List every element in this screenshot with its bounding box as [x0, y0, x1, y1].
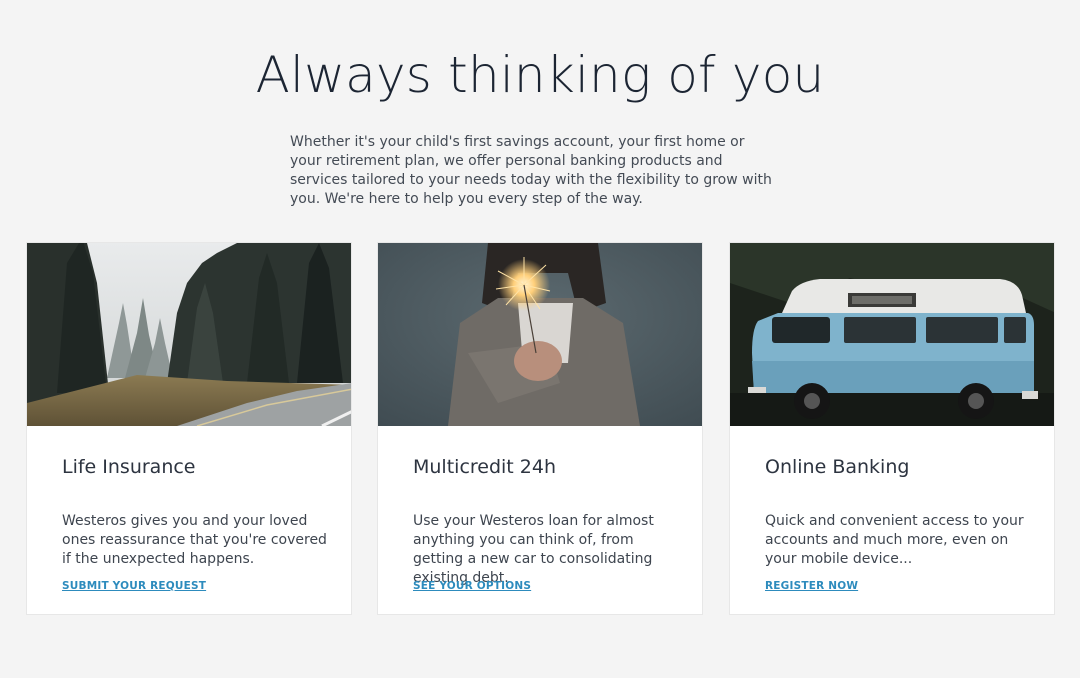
card-title: Online Banking — [765, 456, 910, 478]
page-title: Always thinking of you — [255, 46, 825, 104]
page: Always thinking of you Whether it's your… — [0, 0, 1080, 678]
submit-request-link[interactable]: SUBMIT YOUR REQUEST — [62, 580, 206, 592]
sparkler-photo — [378, 243, 702, 426]
card-description: Quick and convenient access to your acco… — [765, 513, 1024, 567]
card-online-banking: Online Banking Quick and convenient acce… — [729, 242, 1055, 615]
card-title: Life Insurance — [62, 456, 196, 478]
card-description: Use your Westeros loan for almost anythi… — [413, 513, 654, 586]
blue-van-photo — [730, 243, 1054, 426]
register-now-link[interactable]: REGISTER NOW — [765, 580, 858, 592]
forest-road-photo — [27, 243, 351, 426]
card-title: Multicredit 24h — [413, 456, 557, 478]
see-options-link[interactable]: SEE YOUR OPTIONS — [413, 580, 531, 592]
card-life-insurance: Life Insurance Westeros gives you and yo… — [26, 242, 352, 615]
card-description: Westeros gives you and your loved ones r… — [62, 513, 327, 567]
card-multicredit: Multicredit 24h Use your Westeros loan f… — [377, 242, 703, 615]
intro-paragraph: Whether it's your child's first savings … — [290, 134, 772, 207]
